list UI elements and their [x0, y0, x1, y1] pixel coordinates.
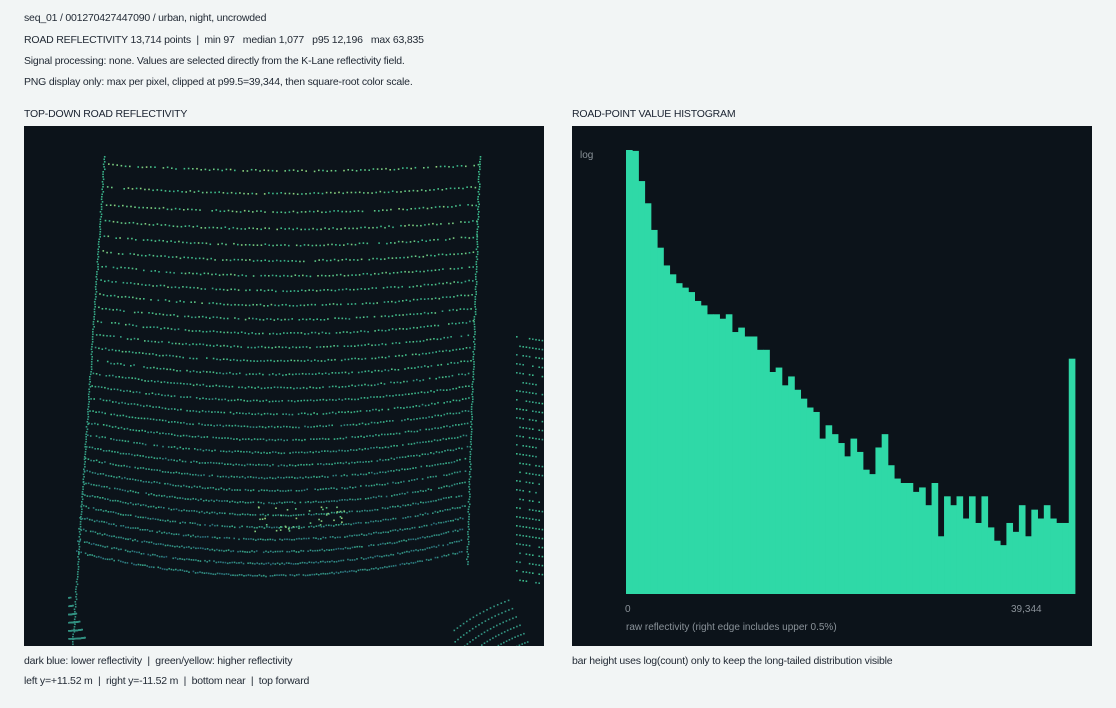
- header-line-4: PNG display only: max per pixel, clipped…: [24, 76, 413, 88]
- histogram-bar: [763, 349, 770, 594]
- histogram-bar: [937, 536, 945, 594]
- left-caption-2: left y=+11.52 m | right y=-11.52 m | bot…: [24, 675, 310, 687]
- reflectivity-map: [24, 126, 544, 646]
- histogram-bar: [707, 314, 714, 594]
- histogram-bar: [669, 274, 677, 594]
- histogram-bar: [919, 487, 926, 594]
- histogram-bar: [881, 434, 889, 594]
- histogram-bar: [744, 336, 752, 594]
- histogram-bar: [688, 292, 695, 594]
- histogram-bar: [781, 385, 789, 594]
- x-tick-max: 39,344: [1011, 604, 1042, 615]
- histogram-bar: [663, 265, 671, 594]
- histogram-bar: [981, 496, 989, 594]
- histogram-bar: [831, 434, 839, 594]
- histogram-bar: [775, 367, 783, 594]
- histogram-bar: [1018, 505, 1026, 594]
- histogram-bar: [900, 483, 908, 594]
- histogram-bar: [813, 411, 820, 594]
- left-panel-title: TOP-DOWN ROAD REFLECTIVITY: [24, 108, 188, 120]
- histogram-bar: [657, 247, 664, 594]
- header-line-1: seq_01 / 001270427447090 / urban, night,…: [24, 12, 267, 24]
- histogram-bar: [794, 389, 802, 594]
- histogram-bar: [638, 181, 646, 594]
- histogram-bar: [1025, 536, 1032, 594]
- histogram-bar: [719, 318, 727, 594]
- histogram-bar: [694, 300, 702, 594]
- histogram-bar: [850, 438, 858, 594]
- y-axis-label: log: [580, 150, 594, 161]
- histogram-bar: [644, 203, 652, 594]
- histogram-bar: [632, 150, 639, 594]
- histogram-bar: [962, 518, 970, 594]
- histogram-bar: [1012, 531, 1020, 594]
- histogram-bar: [788, 376, 795, 594]
- histogram-bar: [769, 372, 777, 594]
- histogram-bar: [713, 314, 720, 594]
- right-caption: bar height uses log(count) only to keep …: [572, 655, 893, 667]
- histogram-bar: [987, 527, 995, 594]
- histogram-bar: [887, 465, 895, 594]
- header-line-2: ROAD REFLECTIVITY 13,714 points | min 97…: [24, 34, 424, 46]
- x-tick-min: 0: [625, 604, 631, 615]
- histogram-bar: [1000, 545, 1007, 594]
- histogram-bar: [806, 407, 814, 594]
- histogram-bar: [950, 505, 957, 594]
- histogram-bar: [968, 496, 976, 594]
- histogram-bar: [869, 474, 876, 594]
- histogram-bar: [1056, 522, 1063, 594]
- reflectivity-scatter: [68, 156, 544, 646]
- histogram-bar: [756, 349, 764, 594]
- histogram-bar: [838, 443, 845, 594]
- histogram-bar: [993, 540, 1001, 594]
- histogram-bar: [1031, 509, 1038, 594]
- histogram-bar: [750, 336, 758, 594]
- right-panel-title: ROAD-POINT VALUE HISTOGRAM: [572, 108, 736, 120]
- left-caption-1: dark blue: lower reflectivity | green/ye…: [24, 655, 293, 667]
- histogram-bar: [738, 327, 745, 594]
- histogram-bar: [912, 491, 920, 594]
- histogram-bar: [956, 496, 964, 594]
- histogram-bar: [844, 456, 851, 594]
- histogram-chart: [626, 150, 1076, 595]
- histogram-bar: [732, 332, 739, 594]
- histogram-bar: [1050, 518, 1057, 594]
- histogram-bar: [894, 478, 901, 594]
- histogram-bar: [875, 447, 883, 594]
- histogram-bar: [1068, 358, 1076, 594]
- histogram-panel: log 0 39,344 raw reflectivity (right edg…: [572, 126, 1092, 646]
- header-line-3: Signal processing: none. Values are sele…: [24, 55, 405, 67]
- histogram-bar: [682, 287, 689, 594]
- histogram-bar: [650, 229, 658, 595]
- histogram-bar: [1062, 522, 1070, 594]
- histogram-bar: [1006, 522, 1014, 594]
- histogram-bar: [906, 483, 914, 594]
- histogram-bar: [1037, 518, 1045, 594]
- histogram-bar: [1043, 505, 1051, 594]
- histogram-bar: [925, 505, 932, 594]
- histogram-bar: [931, 483, 939, 594]
- histogram-bar: [800, 398, 808, 594]
- histogram-bar: [700, 305, 708, 594]
- histogram-bar: [862, 469, 870, 594]
- histogram-bar: [725, 314, 733, 594]
- histogram-bar: [856, 451, 864, 594]
- histogram-bar: [975, 522, 982, 594]
- histogram-bar: [819, 438, 826, 594]
- histogram-bar: [944, 496, 951, 594]
- histogram-bar: [675, 283, 683, 594]
- histogram-bar: [825, 425, 833, 594]
- x-axis-label: raw reflectivity (right edge includes up…: [626, 622, 837, 633]
- histogram-bar: [626, 150, 633, 594]
